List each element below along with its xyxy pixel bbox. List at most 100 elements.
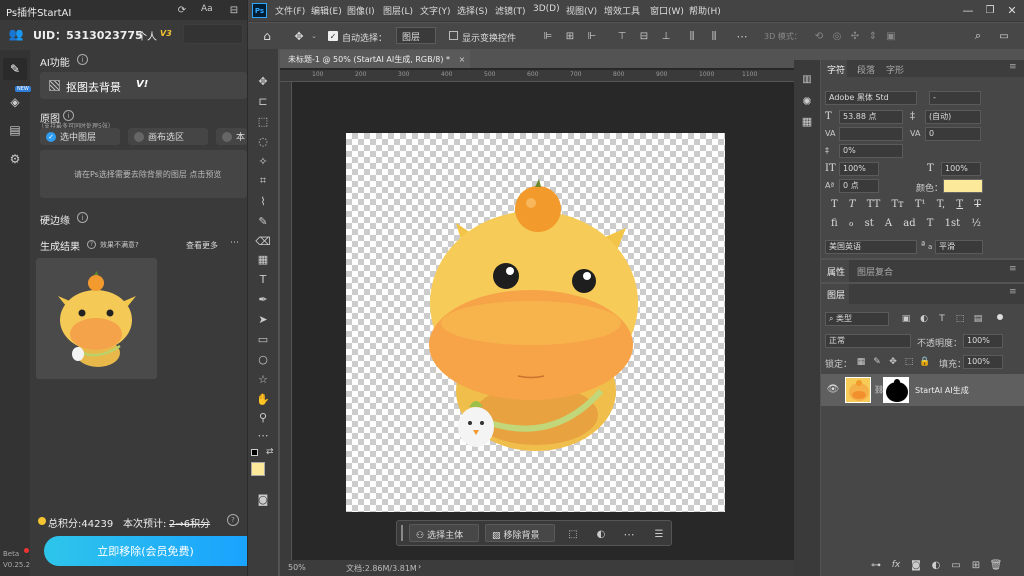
superscript-button[interactable]: T¹ bbox=[915, 199, 926, 210]
close-window-icon[interactable]: ✕ bbox=[1002, 2, 1022, 18]
leading-field[interactable]: (自动) bbox=[925, 110, 981, 124]
align-top-icon[interactable]: ⊤ bbox=[614, 28, 630, 44]
menu-filter[interactable]: 滤镜(T) bbox=[495, 4, 526, 17]
quick-mask-icon[interactable]: ◙ bbox=[252, 490, 274, 508]
trash-icon[interactable]: 🗑 bbox=[989, 558, 1003, 572]
more-icon[interactable]: ⋯ bbox=[621, 526, 637, 542]
distribute-icon[interactable]: ⫼ bbox=[684, 28, 700, 44]
swatches-grid-icon[interactable]: ▦ bbox=[797, 112, 817, 130]
type-tool-icon[interactable]: T bbox=[252, 270, 274, 288]
eye-icon[interactable]: 👁 bbox=[827, 383, 840, 395]
font-size-button[interactable]: Aa bbox=[201, 4, 213, 14]
tab-character[interactable]: 字符 bbox=[827, 63, 845, 76]
titling-button[interactable]: T bbox=[927, 218, 934, 229]
fx-icon[interactable]: fx bbox=[889, 558, 903, 572]
kerning-field[interactable] bbox=[839, 127, 903, 141]
tracking-field[interactable]: 0 bbox=[925, 127, 981, 141]
font-family-dropdown[interactable]: Adobe 黑体 Std bbox=[825, 91, 917, 105]
path-select-icon[interactable]: ➤ bbox=[252, 310, 274, 328]
remove-background-button[interactable]: ▨ 移除背景 bbox=[485, 524, 555, 542]
auto-select-target-dropdown[interactable]: 图层 bbox=[396, 27, 436, 44]
info-icon[interactable]: i bbox=[63, 110, 74, 121]
auto-select-checkbox[interactable]: ✓ bbox=[328, 31, 338, 41]
blend-mode-dropdown[interactable]: 正常 bbox=[825, 334, 911, 348]
menu-help[interactable]: 帮助(H) bbox=[689, 4, 721, 17]
history-icon[interactable]: ▥ bbox=[797, 70, 817, 88]
magic-wand-icon[interactable]: ✧ bbox=[252, 152, 274, 170]
zoom-tool-icon[interactable]: ⚲ bbox=[252, 408, 274, 426]
minimize-icon[interactable]: — bbox=[958, 2, 978, 18]
menu-plugins[interactable]: 增效工具 bbox=[604, 4, 640, 17]
menu-file[interactable]: 文件(F) bbox=[275, 4, 305, 17]
document-tab[interactable]: 未标题-1 @ 50% (StartAI AI生成, RGB/8) * × bbox=[280, 50, 470, 68]
menu-view[interactable]: 视图(V) bbox=[566, 4, 597, 17]
option-selected-layer[interactable]: ✓ 选中图层 bbox=[40, 128, 120, 145]
menu-type[interactable]: 文字(Y) bbox=[420, 4, 451, 17]
layers-stack-icon[interactable]: ◈ bbox=[5, 92, 25, 112]
more-options-icon[interactable]: ⋯ bbox=[734, 28, 750, 44]
lock-transparency-icon[interactable]: ▦ bbox=[855, 356, 867, 368]
help-icon[interactable]: ? bbox=[227, 514, 239, 526]
vertical-scale-field[interactable]: 100% bbox=[839, 162, 879, 176]
mask-icon[interactable]: ◐ bbox=[593, 526, 609, 542]
foreground-color-swatch[interactable] bbox=[251, 462, 265, 476]
swash-button[interactable]: A bbox=[885, 218, 892, 229]
gradient-tool-icon[interactable]: ▦ bbox=[252, 250, 274, 268]
edit-tab[interactable]: ✎ bbox=[3, 58, 27, 80]
align-bottom-icon[interactable]: ⊥ bbox=[658, 28, 674, 44]
opacity-field[interactable]: 100% bbox=[963, 334, 1003, 348]
distribute-icon[interactable]: ⫼ bbox=[706, 28, 722, 44]
view-more-link[interactable]: 查看更多 bbox=[186, 240, 218, 251]
eyedropper-icon[interactable]: ⌇ bbox=[252, 192, 274, 210]
hand-tool-icon[interactable]: ✋ bbox=[252, 390, 274, 408]
clipboard-icon[interactable]: ▤ bbox=[5, 120, 25, 140]
marquee-tool-icon[interactable]: ⬚ bbox=[252, 112, 274, 130]
refresh-icon[interactable]: ⟳ bbox=[175, 3, 189, 17]
eraser-tool-icon[interactable]: ⌫ bbox=[252, 232, 274, 250]
tab-glyphs[interactable]: 字形 bbox=[886, 63, 904, 76]
brush-tool-icon[interactable]: ✎ bbox=[252, 212, 274, 230]
menu-layer[interactable]: 图层(L) bbox=[383, 4, 413, 17]
filter-smart-icon[interactable]: ▤ bbox=[971, 312, 985, 326]
menu-3d[interactable]: 3D(D) bbox=[533, 4, 560, 14]
align-middle-icon[interactable]: ⊟ bbox=[636, 28, 652, 44]
tsume-field[interactable]: 0% bbox=[839, 144, 903, 158]
chevron-right-icon[interactable]: › bbox=[418, 562, 421, 571]
filter-type-icon[interactable]: T bbox=[935, 312, 949, 326]
option-local[interactable]: 本 bbox=[216, 128, 247, 145]
3d-scale-icon[interactable]: ▣ bbox=[884, 28, 898, 44]
3d-roll-icon[interactable]: ◎ bbox=[830, 28, 844, 44]
new-layer-icon[interactable]: ⊞ bbox=[969, 558, 983, 572]
3d-slide-icon[interactable]: ⇕ bbox=[866, 28, 880, 44]
select-subject-button[interactable]: ⚇ 选择主体 bbox=[409, 524, 479, 542]
align-right-icon[interactable]: ⊩ bbox=[584, 28, 600, 44]
document-canvas[interactable] bbox=[346, 133, 725, 512]
all-caps-button[interactable]: TT bbox=[867, 199, 881, 210]
tab-properties[interactable]: 属性 bbox=[827, 265, 845, 278]
option-canvas-selection[interactable]: 画布选区 bbox=[128, 128, 208, 145]
maximize-icon[interactable]: ❐ bbox=[980, 2, 1000, 18]
3d-orbit-icon[interactable]: ⟲ bbox=[812, 28, 826, 44]
feature-select[interactable]: 抠图去背景 V! bbox=[40, 72, 247, 99]
pen-tool-icon[interactable]: ✒ bbox=[252, 290, 274, 308]
fractions-button[interactable]: ½ bbox=[971, 218, 981, 229]
menu-window[interactable]: 窗口(W) bbox=[650, 4, 684, 17]
fill-field[interactable]: 100% bbox=[963, 355, 1003, 369]
antialias-dropdown[interactable]: 平滑 bbox=[935, 240, 983, 254]
small-caps-button[interactable]: Tт bbox=[891, 199, 903, 210]
help-icon[interactable]: ? bbox=[87, 240, 96, 249]
baseline-field[interactable]: 0 点 bbox=[839, 179, 879, 193]
workspace-icon[interactable]: ▭ bbox=[996, 28, 1012, 44]
lock-pixels-icon[interactable]: ✎ bbox=[871, 356, 883, 368]
adjustment-layer-icon[interactable]: ◐ bbox=[929, 558, 943, 572]
language-dropdown[interactable]: 美国英语 bbox=[825, 240, 917, 254]
panel-menu-icon[interactable]: ≡ bbox=[1009, 287, 1017, 297]
3d-pan-icon[interactable]: ✣ bbox=[848, 28, 862, 44]
info-icon[interactable]: i bbox=[77, 54, 88, 65]
ellipse-tool-icon[interactable]: ○ bbox=[252, 350, 274, 368]
tab-layers[interactable]: 图层 bbox=[827, 288, 845, 301]
panel-menu-icon[interactable]: ≡ bbox=[1009, 264, 1017, 274]
tab-layer-comps[interactable]: 图层复合 bbox=[857, 265, 893, 278]
upload-area[interactable]: 请在Ps选择需要去除背景的图层 点击预览 bbox=[40, 150, 247, 198]
tab-paragraph[interactable]: 段落 bbox=[857, 63, 875, 76]
